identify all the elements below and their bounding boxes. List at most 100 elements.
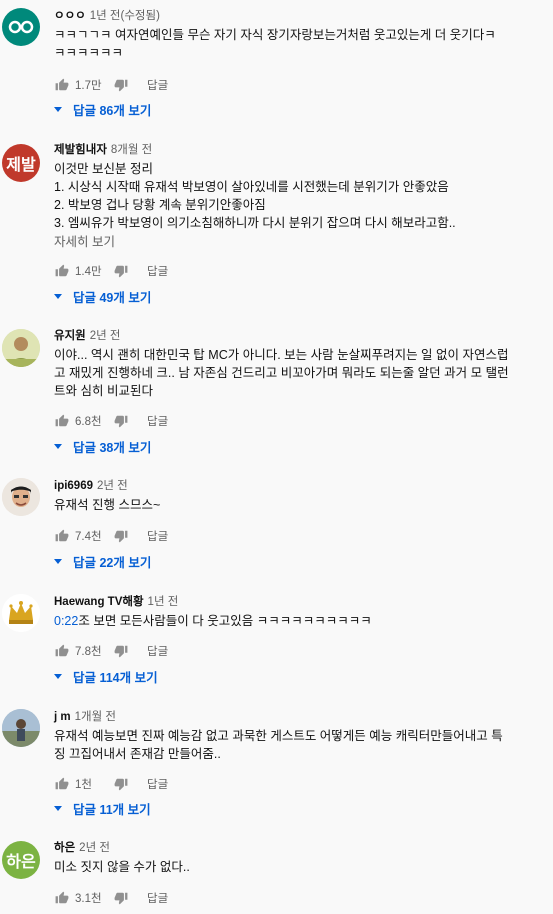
crown-icon bbox=[2, 594, 40, 632]
avatar[interactable] bbox=[2, 478, 40, 516]
avatar-initials: 하은 bbox=[6, 854, 36, 871]
reply-button[interactable]: 답글 bbox=[147, 263, 168, 279]
avatar[interactable] bbox=[2, 329, 40, 367]
like-button[interactable] bbox=[54, 413, 70, 429]
author-name[interactable]: 제발힘내자 bbox=[54, 144, 107, 156]
like-button[interactable] bbox=[54, 528, 70, 544]
dislike-button[interactable] bbox=[113, 643, 129, 659]
thumbs-up-icon bbox=[55, 529, 69, 542]
comment-header: 제발힘내자 8개월 전 bbox=[54, 143, 539, 157]
thumbs-up-icon bbox=[55, 891, 69, 904]
comment-time[interactable]: 2년 전 bbox=[90, 330, 121, 342]
comment-line: 이야... 역시 괜히 대한민국 탑 MC가 아니다. 보는 사람 눈살찌푸려지… bbox=[54, 348, 509, 362]
like-button[interactable] bbox=[54, 263, 70, 279]
view-replies-button[interactable]: 답글 49개 보기 bbox=[54, 287, 151, 305]
like-count: 7.8천 bbox=[75, 646, 102, 658]
view-replies-label: 답글 22개 보기 bbox=[73, 555, 152, 570]
thumbs-down-icon bbox=[114, 265, 128, 278]
reply-button[interactable]: 답글 bbox=[147, 776, 168, 792]
comment-text: 이야... 역시 괜히 대한민국 탑 MC가 아니다. 보는 사람 눈살찌푸려지… bbox=[54, 346, 539, 400]
thumbs-up-icon bbox=[55, 414, 69, 427]
chevron-down-icon bbox=[54, 106, 62, 112]
read-more-button[interactable]: 자세히 보기 bbox=[54, 233, 539, 251]
author-name[interactable]: 유지원 bbox=[54, 330, 86, 342]
comment-line: 고 재밌게 진행하네 크.. 남 자존심 건드리고 비꼬아가며 뭐라도 되는줄 … bbox=[54, 366, 509, 380]
reply-button[interactable]: 답글 bbox=[147, 643, 168, 659]
comment-time[interactable]: 2년 전 bbox=[79, 842, 110, 854]
comment-header: j m 1개월 전 bbox=[54, 710, 539, 724]
reply-button[interactable]: 답글 bbox=[147, 413, 168, 429]
thumbs-down-icon bbox=[114, 778, 128, 791]
dislike-button[interactable] bbox=[113, 77, 129, 93]
like-count: 6.8천 bbox=[75, 416, 102, 428]
avatar[interactable]: 제발 bbox=[2, 144, 40, 182]
thumbs-down-icon bbox=[114, 645, 128, 658]
chevron-down-icon bbox=[54, 673, 62, 679]
like-button[interactable] bbox=[54, 890, 70, 906]
comment-text: 0:22조 보면 모든사람들이 다 웃고있음 ㅋㅋㅋㅋㅋㅋㅋㅋㅋㅋ bbox=[54, 612, 539, 630]
author-name[interactable]: Haewang TV해황 bbox=[54, 596, 144, 608]
view-replies-button[interactable]: 답글 86개 보기 bbox=[54, 100, 151, 118]
comment-header: ㅇㅇㅇ 1년 전(수정됨) bbox=[54, 9, 539, 23]
dislike-button[interactable] bbox=[113, 528, 129, 544]
comment-line: 징 끄집어내서 존재감 만들어줌.. bbox=[54, 747, 221, 761]
comment-actions: 7.8천 답글 bbox=[54, 643, 168, 659]
like-button[interactable] bbox=[54, 643, 70, 659]
avatar[interactable] bbox=[2, 8, 40, 46]
comment-line: 이것만 보신분 정리 bbox=[54, 162, 153, 176]
timestamp-link[interactable]: 0:22 bbox=[54, 614, 78, 628]
comment-line: 0:22조 보면 모든사람들이 다 웃고있음 ㅋㅋㅋㅋㅋㅋㅋㅋㅋㅋ bbox=[54, 612, 539, 630]
comment-header: 유지원 2년 전 bbox=[54, 329, 539, 343]
view-replies-button[interactable]: 답글 11개 보기 bbox=[54, 799, 151, 817]
avatar[interactable]: 하은 bbox=[2, 841, 40, 879]
view-replies-button[interactable]: 답글 22개 보기 bbox=[54, 552, 151, 570]
comment-line: 유재석 진행 스므스~ bbox=[54, 498, 161, 512]
author-name[interactable]: ㅇㅇㅇ bbox=[54, 10, 86, 22]
view-replies-label: 답글 114개 보기 bbox=[73, 670, 158, 685]
comment-line: 유재석 예능보면 진짜 예능감 없고 과묵한 게스트도 어떻게든 예능 캐릭터만… bbox=[54, 729, 503, 743]
like-button[interactable] bbox=[54, 77, 70, 93]
avatar-icon bbox=[8, 20, 34, 34]
reply-button[interactable]: 답글 bbox=[147, 528, 168, 544]
comment-line: ㅋㅋㅋㅋㅋㅋ bbox=[54, 46, 124, 60]
dislike-button[interactable] bbox=[113, 413, 129, 429]
thumbs-up-icon bbox=[55, 777, 69, 790]
avatar-image bbox=[2, 709, 40, 747]
avatar[interactable] bbox=[2, 594, 40, 632]
comment-time[interactable]: 8개월 전 bbox=[111, 144, 152, 156]
dislike-button[interactable] bbox=[113, 263, 129, 279]
like-count: 3.1천 bbox=[75, 893, 102, 905]
view-replies-button[interactable]: 답글 38개 보기 bbox=[54, 437, 151, 455]
reply-button[interactable]: 답글 bbox=[147, 77, 168, 93]
comment-line: 미소 짓지 않을 수가 없다.. bbox=[54, 860, 190, 874]
author-name[interactable]: 하은 bbox=[54, 842, 75, 854]
dislike-button[interactable] bbox=[113, 890, 129, 906]
like-count: 1.4만 bbox=[75, 266, 102, 278]
comment-line: 트와 심히 비교된다 bbox=[54, 384, 153, 398]
comment-text: 유재석 예능보면 진짜 예능감 없고 과묵한 게스트도 어떻게든 예능 캐릭터만… bbox=[54, 727, 539, 763]
thumbs-down-icon bbox=[114, 530, 128, 543]
like-count: 7.4천 bbox=[75, 531, 102, 543]
chevron-down-icon bbox=[54, 805, 62, 811]
comment-line: 1. 시상식 시작때 유재석 박보영이 살아있네를 시전했는데 분위기가 안좋았… bbox=[54, 180, 449, 194]
author-name[interactable]: ipi6969 bbox=[54, 480, 93, 492]
author-name[interactable]: j m bbox=[54, 711, 71, 723]
comment-time[interactable]: 1년 전(수정됨) bbox=[90, 10, 160, 22]
comment-text: 이것만 보신분 정리 1. 시상식 시작때 유재석 박보영이 살아있네를 시전했… bbox=[54, 160, 539, 232]
comment-line-text: 조 보면 모든사람들이 다 웃고있음 ㅋㅋㅋㅋㅋㅋㅋㅋㅋㅋ bbox=[78, 614, 372, 628]
dislike-button[interactable] bbox=[113, 776, 129, 792]
reply-button[interactable]: 답글 bbox=[147, 890, 168, 906]
comment-time[interactable]: 1개월 전 bbox=[75, 711, 116, 723]
like-button[interactable] bbox=[54, 776, 70, 792]
comment-actions: 1.7만 답글 bbox=[54, 77, 168, 93]
view-replies-label: 답글 38개 보기 bbox=[73, 440, 152, 455]
comment-time[interactable]: 2년 전 bbox=[97, 480, 128, 492]
comment-actions: 3.1천 답글 bbox=[54, 890, 168, 906]
view-replies-label: 답글 86개 보기 bbox=[73, 103, 152, 118]
avatar[interactable] bbox=[2, 709, 40, 747]
chevron-down-icon bbox=[54, 443, 62, 449]
chevron-down-icon bbox=[54, 558, 62, 564]
comment-time[interactable]: 1년 전 bbox=[148, 596, 179, 608]
comment-header: ipi6969 2년 전 bbox=[54, 479, 539, 493]
view-replies-button[interactable]: 답글 114개 보기 bbox=[54, 667, 158, 685]
